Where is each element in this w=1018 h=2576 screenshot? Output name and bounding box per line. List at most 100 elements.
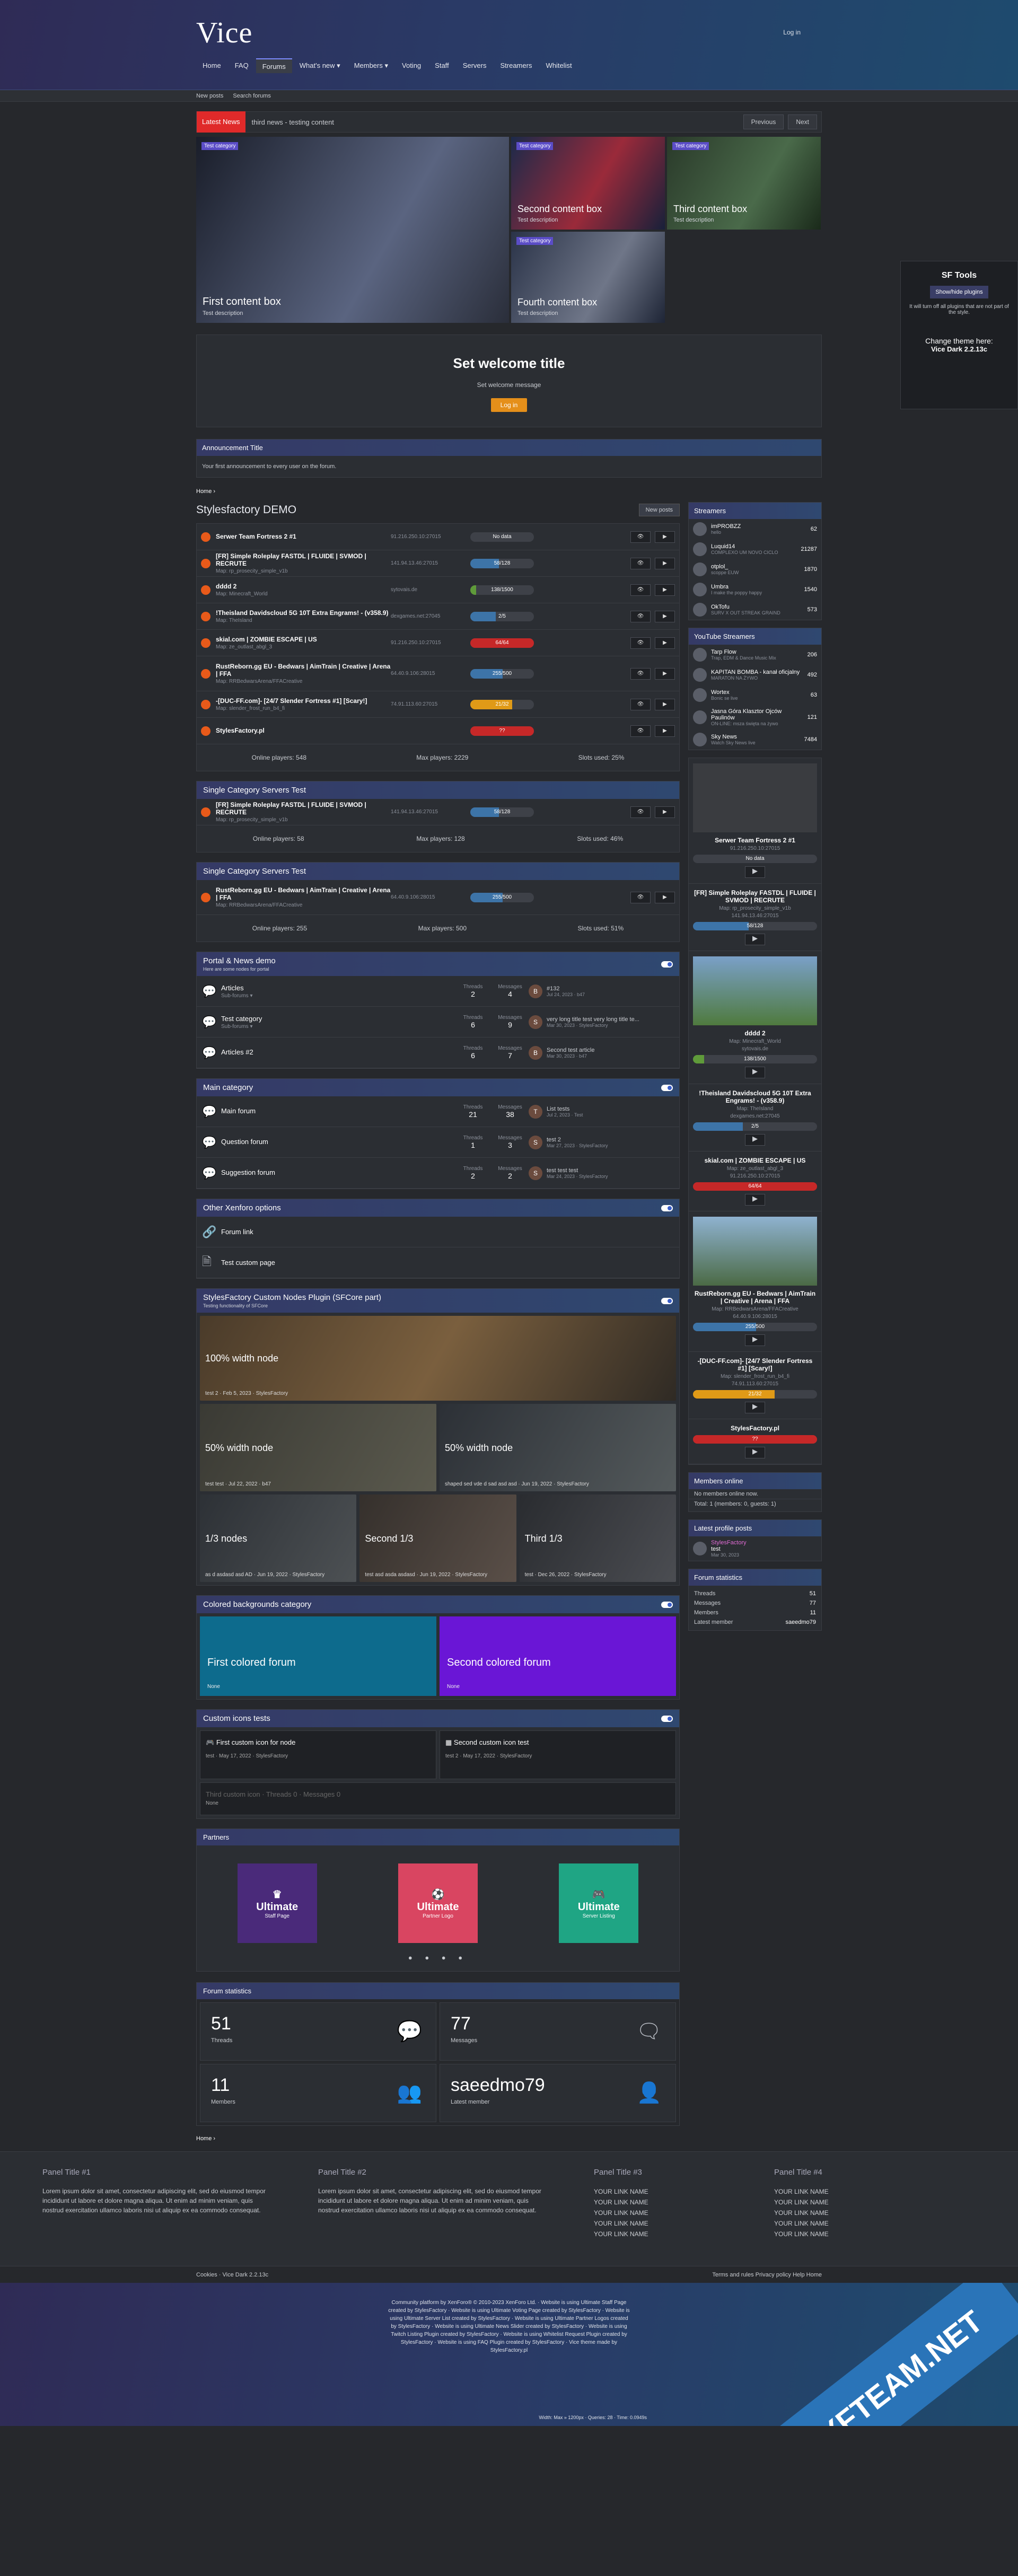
- slide-title[interactable]: Third content box: [673, 204, 747, 215]
- last-post-title[interactable]: Second test article: [547, 1047, 595, 1053]
- slide-tag[interactable]: Test category: [672, 142, 709, 150]
- collapse-toggle[interactable]: [661, 1084, 673, 1091]
- custom-icon-node-1[interactable]: 🎮 First custom icon for node test · May 1…: [200, 1730, 436, 1779]
- last-post-title[interactable]: List tests: [547, 1106, 583, 1112]
- play-icon[interactable]: ▶: [655, 584, 675, 596]
- forum-node[interactable]: 💬 Suggestion forum Threads 2 Messages 2 Stest …: [197, 1158, 679, 1189]
- avatar[interactable]: [693, 710, 707, 724]
- server-name[interactable]: [FR] Simple Roleplay FASTDL | FLUIDE | S…: [693, 889, 817, 904]
- play-icon[interactable]: ▶: [745, 1402, 765, 1413]
- view-icon[interactable]: 👁: [630, 610, 651, 622]
- footer-link[interactable]: YOUR LINK NAME: [774, 2218, 954, 2229]
- welcome-login-button[interactable]: Log in: [490, 398, 528, 412]
- footer-link[interactable]: YOUR LINK NAME: [774, 2208, 954, 2218]
- streamer-name[interactable]: Wortex: [711, 689, 806, 696]
- slide-2[interactable]: Test category Second content box Test desc…: [511, 137, 665, 230]
- full-width-node[interactable]: 100% width node test 2 · Feb 5, 2023 · St…: [200, 1316, 676, 1401]
- streamer-name[interactable]: Sky News: [711, 734, 800, 740]
- last-post-title[interactable]: very long title test very long title te.…: [547, 1016, 639, 1023]
- node-title[interactable]: Suggestion forum: [221, 1168, 454, 1176]
- collapse-toggle[interactable]: [661, 961, 673, 968]
- subnav-0[interactable]: New posts: [196, 90, 223, 102]
- collapse-toggle[interactable]: [661, 1205, 673, 1211]
- play-icon[interactable]: ▶: [655, 891, 675, 903]
- category-title[interactable]: StylesFactory Custom Nodes Plugin (SFCor…: [203, 1293, 381, 1302]
- node-last-post[interactable]: test · May 17, 2022 · StylesFactory: [206, 1753, 431, 1759]
- avatar[interactable]: B: [529, 984, 542, 998]
- avatar[interactable]: [693, 688, 707, 702]
- server-row[interactable]: dddd 2 Map: Minecraft_World sytovais.de 138…: [197, 577, 679, 603]
- play-icon[interactable]: ▶: [655, 725, 675, 737]
- colored-forum-1[interactable]: First colored forum None: [200, 1616, 436, 1696]
- server-name[interactable]: skial.com | ZOMBIE ESCAPE | US: [216, 636, 391, 643]
- play-icon[interactable]: ▶: [655, 637, 675, 649]
- half-width-node-1[interactable]: 50% width node test test · Jul 22, 2022 ·…: [200, 1404, 436, 1491]
- server-ip[interactable]: 74.91.113.60:27015: [391, 701, 470, 707]
- streamer-name[interactable]: KAPITAN BOMBA - kanał oficjalny: [711, 669, 803, 675]
- footer-link[interactable]: YOUR LINK NAME: [594, 2229, 774, 2239]
- theme-name[interactable]: Vice Dark 2.2.13c: [908, 345, 1010, 353]
- category-title[interactable]: Single Category Servers Test: [197, 781, 679, 799]
- server-row[interactable]: RustReborn.gg EU - Bedwars | AimTrain | …: [197, 656, 679, 691]
- node-title[interactable]: Question forum: [221, 1138, 454, 1146]
- avatar[interactable]: [693, 733, 707, 746]
- footer-right-links[interactable]: Terms and rules Privacy policy Help Home: [712, 2266, 822, 2283]
- partner-logo-3[interactable]: 🎮 Ultimate Server Listing: [559, 1863, 639, 1943]
- footer-link[interactable]: YOUR LINK NAME: [594, 2186, 774, 2197]
- footer-link[interactable]: YOUR LINK NAME: [594, 2197, 774, 2208]
- view-icon[interactable]: 👁: [630, 667, 651, 680]
- avatar[interactable]: [693, 668, 707, 682]
- streamer-item[interactable]: Umbra I make the poppy happy 1540: [689, 579, 821, 600]
- last-post-title[interactable]: test test test: [547, 1167, 608, 1174]
- view-icon[interactable]: 👁: [630, 891, 651, 903]
- slide-tag[interactable]: Test category: [516, 237, 554, 245]
- custom-page-node[interactable]: 🗎 Test custom page: [197, 1247, 679, 1278]
- ticker-prev-button[interactable]: Previous: [743, 115, 784, 129]
- node-title[interactable]: Test category: [221, 1015, 454, 1023]
- server-name[interactable]: [FR] Simple Roleplay FASTDL | FLUIDE | S…: [216, 552, 391, 567]
- footer-link[interactable]: YOUR LINK NAME: [594, 2218, 774, 2229]
- play-icon[interactable]: ▶: [655, 806, 675, 818]
- avatar[interactable]: [693, 542, 707, 556]
- server-card[interactable]: RustReborn.gg EU - Bedwars | AimTrain | …: [689, 1211, 821, 1352]
- toggle-plugins-button[interactable]: Show/hide plugins: [930, 286, 988, 298]
- slide-4[interactable]: Test category Fourth content box Test desc…: [511, 232, 665, 323]
- footer-link[interactable]: YOUR LINK NAME: [594, 2208, 774, 2218]
- server-name[interactable]: StylesFactory.pl: [216, 727, 391, 734]
- node-title[interactable]: Articles #2: [221, 1048, 454, 1056]
- collapse-toggle[interactable]: [661, 1297, 673, 1304]
- play-icon[interactable]: ▶: [655, 557, 675, 569]
- server-name[interactable]: skial.com | ZOMBIE ESCAPE | US: [693, 1157, 817, 1164]
- footer-left-links[interactable]: Cookies · Vice Dark 2.2.13c: [196, 2266, 268, 2283]
- server-ip[interactable]: dexgames.net:27045: [391, 613, 470, 619]
- server-name[interactable]: !Theisland Davidscloud 5G 10T Extra Engr…: [216, 609, 391, 617]
- server-row[interactable]: [FR] Simple Roleplay FASTDL | FLUIDE | S…: [197, 799, 679, 825]
- last-post-title[interactable]: test 2: [547, 1137, 608, 1143]
- third-node-3[interactable]: Third 1/3 test · Dec 26, 2022 · StylesFac…: [519, 1494, 676, 1582]
- slide-title[interactable]: First content box: [203, 296, 281, 308]
- play-icon[interactable]: ▶: [655, 610, 675, 622]
- category-title[interactable]: Single Category Servers Test: [197, 863, 679, 880]
- server-ip[interactable]: 64.40.9.106:28015: [391, 894, 470, 900]
- avatar[interactable]: T: [529, 1104, 542, 1119]
- profile-post[interactable]: StylesFactory test Mar 30, 2023: [689, 1536, 821, 1561]
- site-logo[interactable]: Vice: [196, 16, 252, 50]
- server-card[interactable]: dddd 2 Map: Minecraft_World sytovais.de 138…: [689, 951, 821, 1084]
- view-icon[interactable]: 👁: [630, 637, 651, 649]
- server-ip[interactable]: 64.40.9.106:28015: [693, 1314, 817, 1320]
- server-ip[interactable]: 141.94.13.46:27015: [693, 913, 817, 919]
- streamer-name[interactable]: imPROBZZ: [711, 523, 806, 530]
- slide-1[interactable]: Test category First content box Test descr…: [196, 137, 509, 323]
- forum-node[interactable]: 💬 Articles Sub-forums ▾ Threads 2 Messages 4 B #…: [197, 976, 679, 1007]
- server-name[interactable]: Serwer Team Fortress 2 #1: [693, 837, 817, 844]
- subnav-1[interactable]: Search forums: [233, 90, 271, 102]
- server-ip[interactable]: dexgames.net:27045: [693, 1113, 817, 1119]
- footer-link[interactable]: YOUR LINK NAME: [774, 2186, 954, 2197]
- node-title[interactable]: Main forum: [221, 1107, 454, 1115]
- server-name[interactable]: -[DUC-FF.com]- [24/7 Slender Fortress #1…: [216, 697, 391, 705]
- nav-6[interactable]: Staff: [428, 58, 455, 73]
- category-title[interactable]: Portal & News demo: [203, 956, 276, 965]
- avatar[interactable]: [693, 1542, 707, 1555]
- partner-logo-2[interactable]: ⚽ Ultimate Partner Logo: [398, 1863, 478, 1943]
- server-name[interactable]: -[DUC-FF.com]- [24/7 Slender Fortress #1…: [693, 1357, 817, 1372]
